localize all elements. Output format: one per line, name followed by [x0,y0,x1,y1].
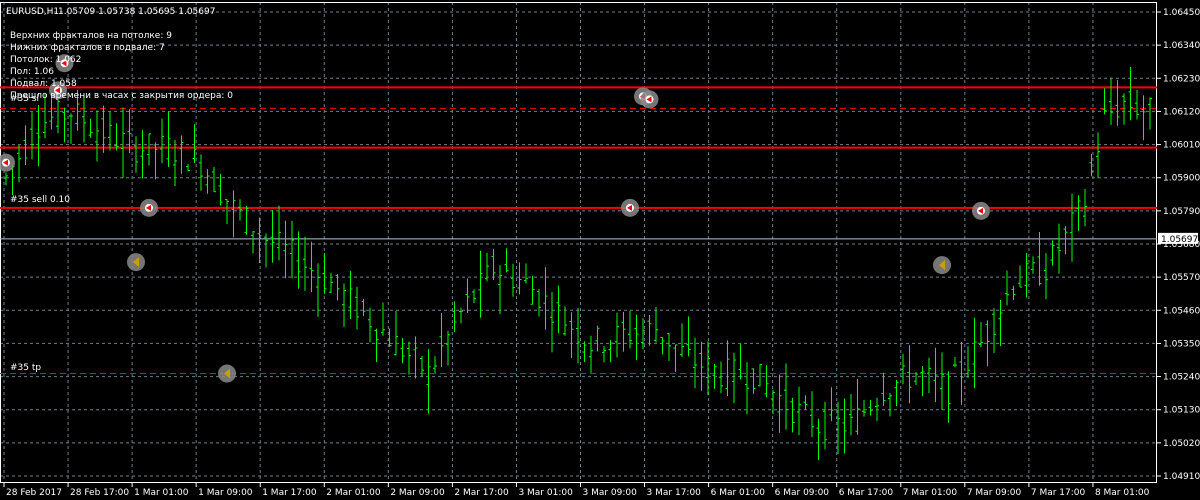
chart-header-symbol: EURUSD,H1 [6,7,59,17]
info-line-1: Верхних фракталов на потолке: 9 [10,31,172,41]
x-tick-label: 6 Mar 09:00 [775,488,830,498]
y-tick-label: 1.05460 [1163,306,1200,316]
x-tick-label: 7 Mar 09:00 [967,488,1022,498]
x-tick-label: 6 Mar 17:00 [839,488,894,498]
info-line-5: Подвал: 1.058 [10,79,77,89]
y-tick-label: 1.06010 [1163,141,1200,151]
x-tick-label: 6 Mar 01:00 [711,488,766,498]
x-tick-label: 1 Mar 17:00 [262,488,317,498]
order-sell-label: #35 sell 0.10 [10,195,70,205]
y-tick-label: 1.04910 [1163,472,1200,482]
x-tick-label: 3 Mar 01:00 [518,488,573,498]
chart-background [0,0,1200,500]
y-tick-label: 1.06450 [1163,8,1200,18]
y-tick-label: 1.06120 [1163,107,1200,117]
fractal-up [621,198,639,217]
x-tick-label: 2 Mar 01:00 [326,488,381,498]
fractal-down [127,253,145,272]
info-line-2: Нижних фракталов в подвале: 7 [10,43,165,53]
y-tick-label: 1.05570 [1163,273,1200,283]
current-price-tag: 1.05697 [1158,232,1198,245]
x-tick-label: 1 Mar 09:00 [198,488,253,498]
y-tick-label: 1.05900 [1163,174,1200,184]
y-tick-label: 1.06340 [1163,41,1200,51]
y-tick-label: 1.05240 [1163,373,1200,383]
current-price-text: 1.05697 [1161,235,1198,245]
chart-header-ohlc: 1.05709 1.05738 1.05695 1.05697 [58,7,215,17]
order-tp-label: #35 tp [10,363,41,373]
x-tick-label: 3 Mar 09:00 [583,488,638,498]
info-line-6: Прошло времени в часах с закрытия ордера… [10,91,233,101]
fractal-down [218,364,236,383]
y-axis: 1.06450 1.06340 1.06230 1.06120 1.06010 1.059… [1157,8,1200,482]
x-tick-label: 2 Mar 17:00 [454,488,509,498]
order-sl-label: #35 sl [10,94,39,104]
y-tick-label: 1.05020 [1163,439,1200,449]
fractal-down [933,256,951,275]
y-tick-label: 1.05790 [1163,207,1200,217]
x-tick-label: 7 Mar 01:00 [903,488,958,498]
x-tick-label: 7 Mar 17:00 [1031,488,1086,498]
y-tick-label: 1.05350 [1163,339,1200,349]
fractal-up [640,90,659,109]
info-line-4: Пол: 1.06 [10,67,54,77]
fractal-up [140,198,158,217]
chart-svg: 1.06450 1.06340 1.06230 1.06120 1.06010 1.059… [0,0,1200,500]
x-tick-label: 1 Mar 01:00 [134,488,189,498]
x-tick-label: 28 Feb 2017 [6,488,62,498]
x-tick-label: 3 Mar 17:00 [647,488,702,498]
x-tick-label: 8 Mar 01:00 [1095,488,1150,498]
info-line-3: Потолок: 1.062 [10,55,81,65]
y-tick-label: 1.06230 [1163,74,1200,84]
x-tick-label: 28 Feb 17:00 [70,488,129,498]
fractal-up [972,201,990,220]
x-tick-label: 2 Mar 09:00 [390,488,445,498]
y-tick-label: 1.05130 [1163,406,1200,416]
